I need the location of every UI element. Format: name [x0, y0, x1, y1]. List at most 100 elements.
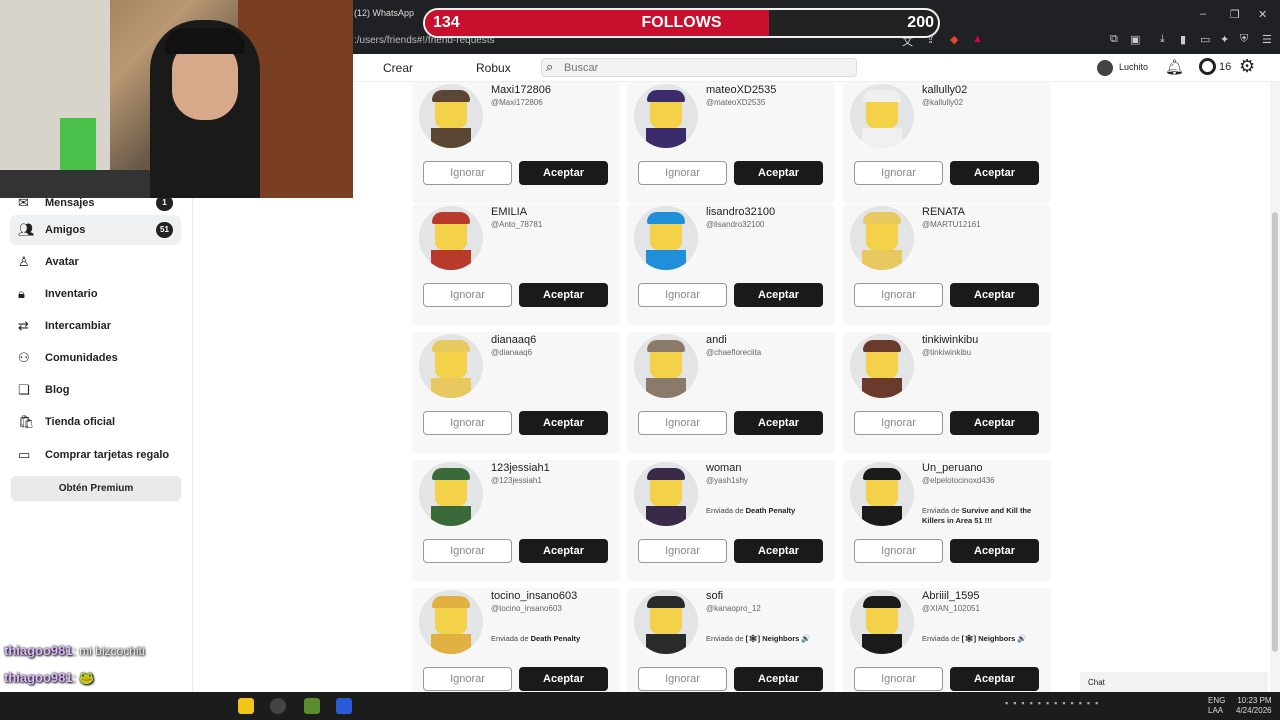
accept-button[interactable]: Aceptar: [950, 539, 1039, 563]
scrollbar[interactable]: [1270, 82, 1280, 692]
request-username[interactable]: dianaaq6: [491, 334, 536, 346]
menu-icon[interactable]: ☰: [1262, 33, 1272, 46]
clock[interactable]: 10:23 PM 4/24/2026: [1236, 696, 1272, 716]
chat-button[interactable]: Chat: [1080, 672, 1268, 692]
download-icon[interactable]: ⤓: [1160, 33, 1165, 46]
accept-button[interactable]: Aceptar: [734, 283, 823, 307]
scrollbar-thumb[interactable]: [1272, 212, 1278, 652]
minimize-icon[interactable]: –: [1200, 8, 1206, 20]
sent-from-game[interactable]: Death Penalty: [746, 506, 796, 515]
request-username[interactable]: sofi: [706, 590, 723, 602]
gear-icon[interactable]: ⚙: [1239, 56, 1255, 77]
ignore-button[interactable]: Ignorar: [854, 539, 943, 563]
avatar[interactable]: [419, 84, 483, 148]
request-username[interactable]: 123jessiah1: [491, 462, 550, 474]
sidebar-item-blog[interactable]: ❏ Blog: [10, 375, 181, 405]
ignore-button[interactable]: Ignorar: [638, 667, 727, 691]
sidebar-toggle-icon[interactable]: ▮: [1180, 33, 1186, 46]
ignore-button[interactable]: Ignorar: [423, 161, 512, 185]
accept-button[interactable]: Aceptar: [734, 161, 823, 185]
accept-button[interactable]: Aceptar: [519, 539, 608, 563]
accept-button[interactable]: Aceptar: [734, 411, 823, 435]
accept-button[interactable]: Aceptar: [734, 667, 823, 691]
avatar[interactable]: [634, 84, 698, 148]
sidebar-item-avatar[interactable]: ♙ Avatar: [10, 247, 181, 277]
sidebar-item-intercambiar[interactable]: ⇄ Intercambiar: [10, 311, 181, 341]
ignore-button[interactable]: Ignorar: [638, 161, 727, 185]
robux-count[interactable]: 16: [1219, 61, 1231, 73]
obs-icon[interactable]: [270, 698, 286, 714]
sent-from-game[interactable]: [🕸] Neighbors 🔊: [746, 634, 811, 643]
wallet-icon[interactable]: ▭: [1200, 33, 1210, 46]
sidebar-item-inventario[interactable]: 🔒︎ Inventario: [10, 279, 181, 309]
request-username[interactable]: lisandro32100: [706, 206, 775, 218]
avatar[interactable]: [850, 84, 914, 148]
file-explorer-icon[interactable]: [238, 698, 254, 714]
app-icon[interactable]: [336, 698, 352, 714]
avatar[interactable]: [850, 334, 914, 398]
ignore-button[interactable]: Ignorar: [423, 539, 512, 563]
language-indicator[interactable]: ENG LAA: [1208, 696, 1225, 716]
accept-button[interactable]: Aceptar: [950, 411, 1039, 435]
close-icon[interactable]: ✕: [1258, 8, 1267, 21]
tab-search-icon[interactable]: ▣: [1130, 33, 1140, 46]
sidebar-item-comunidades[interactable]: ⚇ Comunidades: [10, 343, 181, 373]
avatar[interactable]: [850, 462, 914, 526]
avatar[interactable]: [850, 206, 914, 270]
ignore-button[interactable]: Ignorar: [854, 283, 943, 307]
avatar[interactable]: [419, 590, 483, 654]
ignore-button[interactable]: Ignorar: [423, 411, 512, 435]
request-username[interactable]: woman: [706, 462, 741, 474]
accept-button[interactable]: Aceptar: [950, 283, 1039, 307]
premium-button[interactable]: Obtén Premium: [11, 476, 181, 501]
browser-tab-title[interactable]: (12) WhatsApp: [354, 8, 414, 18]
ignore-button[interactable]: Ignorar: [638, 539, 727, 563]
ignore-button[interactable]: Ignorar: [423, 667, 512, 691]
sidebar-item-amigos[interactable]: 👥︎ Amigos 51: [10, 215, 181, 245]
avatar[interactable]: [419, 206, 483, 270]
request-username[interactable]: Abriiil_1595: [922, 590, 979, 602]
avatar[interactable]: [634, 334, 698, 398]
system-tray[interactable]: ▪▪▪▪▪▪▪▪▪▪▪▪: [1005, 698, 1200, 714]
accept-button[interactable]: Aceptar: [950, 161, 1039, 185]
avatar[interactable]: [1097, 60, 1113, 76]
request-username[interactable]: tocino_insano603: [491, 590, 577, 602]
accept-button[interactable]: Aceptar: [519, 161, 608, 185]
ignore-button[interactable]: Ignorar: [423, 283, 512, 307]
accept-button[interactable]: Aceptar: [734, 539, 823, 563]
nav-create[interactable]: Crear: [383, 61, 413, 75]
vpn-icon[interactable]: ⛨: [1240, 33, 1248, 46]
extensions-icon[interactable]: ⧉: [1110, 33, 1118, 46]
avatar[interactable]: [850, 590, 914, 654]
sent-from-game[interactable]: [🕸] Neighbors 🔊: [962, 634, 1027, 643]
accept-button[interactable]: Aceptar: [519, 667, 608, 691]
sidebar-item-tienda-oficial[interactable]: 🛍︎ Tienda oficial: [10, 407, 181, 437]
avatar[interactable]: [634, 462, 698, 526]
ignore-button[interactable]: Ignorar: [854, 667, 943, 691]
avatar[interactable]: [634, 590, 698, 654]
avatar[interactable]: [419, 462, 483, 526]
leo-icon[interactable]: ✦: [1220, 33, 1229, 46]
request-username[interactable]: RENATA: [922, 206, 965, 218]
accept-button[interactable]: Aceptar: [519, 411, 608, 435]
accept-button[interactable]: Aceptar: [519, 283, 608, 307]
bell-icon[interactable]: 🔔︎: [1165, 58, 1184, 76]
ignore-button[interactable]: Ignorar: [638, 283, 727, 307]
request-username[interactable]: mateoXD2535: [706, 84, 776, 96]
search-input[interactable]: [564, 62, 844, 74]
brave-shield-icon[interactable]: ◆: [950, 33, 958, 46]
avatar[interactable]: [419, 334, 483, 398]
search-box[interactable]: ⌕: [541, 58, 857, 77]
restore-icon[interactable]: ❐: [1230, 8, 1240, 21]
request-username[interactable]: Un_peruano: [922, 462, 983, 474]
sent-from-game[interactable]: Death Penalty: [531, 634, 581, 643]
request-username[interactable]: EMILIA: [491, 206, 527, 218]
nav-robux[interactable]: Robux: [476, 61, 511, 75]
request-username[interactable]: Maxi172806: [491, 84, 551, 96]
avatar[interactable]: [634, 206, 698, 270]
accept-button[interactable]: Aceptar: [950, 667, 1039, 691]
username[interactable]: Luchito: [1119, 62, 1148, 72]
request-username[interactable]: tinkiwinkibu: [922, 334, 978, 346]
minecraft-icon[interactable]: [304, 698, 320, 714]
ignore-button[interactable]: Ignorar: [638, 411, 727, 435]
